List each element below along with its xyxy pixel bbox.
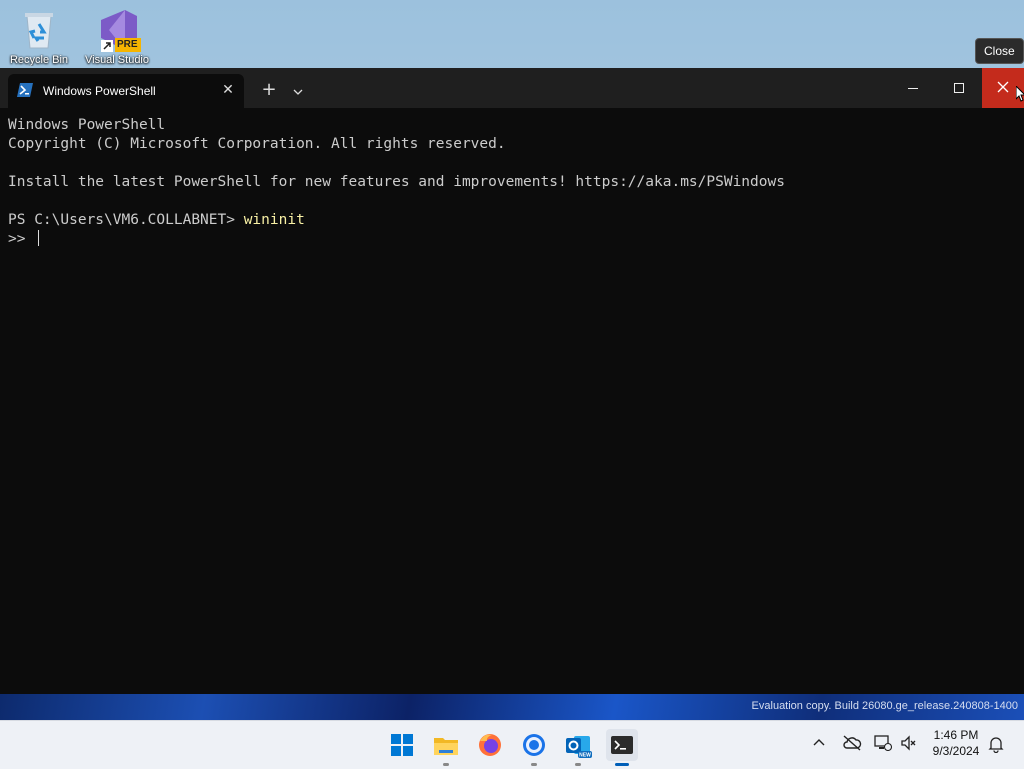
file-explorer-icon — [434, 738, 458, 755]
clock-date: 9/3/2024 — [932, 744, 980, 758]
desktop-icon-visual-studio[interactable]: PRE Visual Studio — [82, 4, 152, 66]
taskbar-chrome[interactable] — [518, 729, 550, 766]
running-indicator — [531, 763, 537, 766]
continuation-prompt: >> — [8, 231, 35, 247]
clock-time: 1:46 PM — [933, 728, 979, 742]
prompt-text: PS C:\Users\VM6.COLLABNET> — [8, 212, 244, 228]
visual-studio-icon: PRE — [95, 8, 141, 52]
firefox-icon — [479, 734, 501, 756]
close-icon — [997, 81, 1009, 93]
start-icon — [391, 734, 413, 756]
console-line: Windows PowerShell — [8, 117, 166, 133]
taskbar-terminal[interactable] — [606, 729, 638, 766]
terminal-icon — [611, 736, 633, 754]
volume-muted-icon[interactable] — [900, 735, 918, 755]
new-tab-plus-icon[interactable]: + — [258, 80, 280, 102]
taskbar-file-explorer[interactable] — [430, 729, 462, 766]
running-indicator — [615, 763, 629, 766]
console-output[interactable]: Windows PowerShell Copyright (C) Microso… — [8, 116, 1016, 694]
terminal-window: Windows PowerShell ✕ + Windows PowerShel… — [0, 68, 1024, 694]
input-line[interactable]: >> — [8, 230, 1016, 249]
running-indicator — [575, 763, 581, 766]
show-hidden-icons-chevron-up-icon[interactable] — [812, 735, 826, 751]
chrome-icon — [523, 734, 545, 756]
powershell-icon — [17, 83, 33, 97]
console-line: Copyright (C) Microsoft Corporation. All… — [8, 136, 506, 152]
console-line: Install the latest PowerShell for new fe… — [8, 174, 785, 190]
running-indicator — [443, 763, 449, 766]
notification-bell-icon[interactable] — [988, 735, 1004, 757]
tab-title: Windows PowerShell — [43, 84, 156, 98]
minimize-icon — [908, 88, 918, 89]
desktop-icon-recycle-bin[interactable]: Recycle Bin — [4, 4, 74, 66]
evaluation-watermark: Evaluation copy. Build 26080.ge_release.… — [751, 700, 1018, 712]
pre-badge: PRE — [117, 39, 138, 50]
command-text: wininit — [243, 212, 305, 228]
recycle-bin-icon — [17, 8, 61, 52]
maximize-icon — [954, 83, 964, 93]
desktop-icon-label: Recycle Bin — [9, 54, 69, 66]
prompt-line: PS C:\Users\VM6.COLLABNET> wininit — [8, 211, 1016, 230]
chevron-down-icon[interactable] — [288, 80, 308, 102]
cloud-offline-icon[interactable] — [842, 735, 862, 755]
taskbar-firefox[interactable] — [474, 729, 506, 761]
outlook-icon: NEW — [566, 736, 592, 759]
maximize-button[interactable] — [936, 68, 982, 108]
close-tooltip: Close — [975, 38, 1024, 64]
taskbar: NEW — [0, 720, 1024, 769]
desktop-icon-label: Visual Studio — [84, 54, 149, 66]
text-cursor — [38, 230, 40, 246]
taskbar-clock[interactable]: 1:46 PM 9/3/2024 — [928, 727, 984, 759]
tab-close-icon[interactable]: ✕ — [218, 80, 238, 100]
start-button[interactable] — [386, 729, 418, 761]
mouse-pointer-icon — [1016, 86, 1024, 102]
svg-text:NEW: NEW — [579, 753, 591, 759]
taskbar-outlook[interactable]: NEW — [562, 729, 594, 766]
network-icon[interactable] — [874, 735, 893, 755]
title-bar[interactable]: Windows PowerShell ✕ + — [0, 68, 1024, 108]
minimize-button[interactable] — [890, 68, 936, 108]
tab-windows-powershell[interactable]: Windows PowerShell ✕ — [8, 74, 244, 108]
